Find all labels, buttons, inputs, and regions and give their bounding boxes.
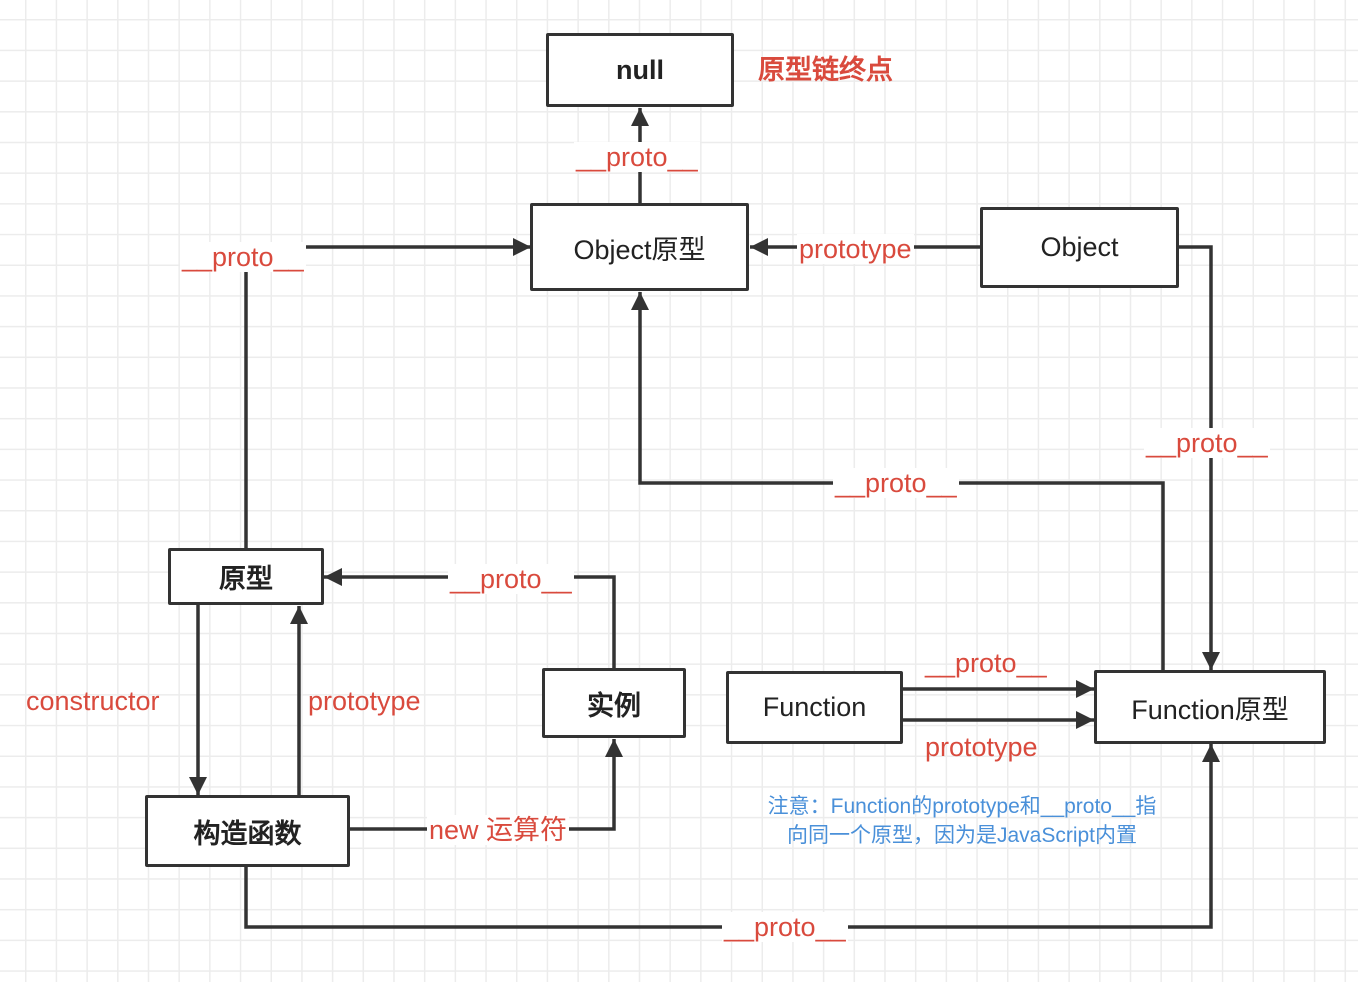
label-function-prototype-link: prototype xyxy=(925,732,1038,762)
node-object[interactable]: Object xyxy=(980,207,1179,288)
node-null-label: null xyxy=(616,54,664,85)
node-constructor[interactable]: 构造函数 xyxy=(145,795,350,867)
label-function-proto: __proto__ xyxy=(925,648,1047,678)
node-function-prototype[interactable]: Function原型 xyxy=(1094,670,1326,744)
label-objproto-null: __proto__ xyxy=(574,142,700,172)
label-prototype-link: prototype xyxy=(308,686,421,716)
node-instance[interactable]: 实例 xyxy=(542,668,686,738)
label-object-prototype-link: prototype xyxy=(797,234,914,264)
edge-object-funcproto xyxy=(1178,245,1220,670)
node-object-prototype-label: Object原型 xyxy=(573,234,706,265)
node-function-prototype-label: Function原型 xyxy=(1131,694,1289,725)
label-constructor-link: constructor xyxy=(26,686,160,716)
node-prototype-label: 原型 xyxy=(219,564,273,594)
label-object-proto: __proto__ xyxy=(1144,428,1270,458)
node-object-label: Object xyxy=(1040,232,1119,262)
note-line-1: 注意：Function的prototype和__proto__指 xyxy=(767,795,1157,818)
node-instance-label: 实例 xyxy=(587,690,641,721)
edge-proto-objproto xyxy=(244,238,531,549)
node-constructor-label: 构造函数 xyxy=(193,818,302,849)
node-object-prototype[interactable]: Object原型 xyxy=(530,203,749,291)
note-line-2: 向同一个原型，因为是JavaScript内置 xyxy=(786,824,1138,847)
label-funcproto-objproto: __proto__ xyxy=(833,468,959,498)
node-prototype[interactable]: 原型 xyxy=(168,548,324,605)
node-function-label: Function xyxy=(762,692,867,722)
label-instance-proto: __proto__ xyxy=(448,564,574,594)
node-null[interactable]: null xyxy=(546,33,734,107)
node-function[interactable]: Function xyxy=(726,671,903,744)
note-text: 注意：Function的prototype和__proto__指 向同一个原型，… xyxy=(727,792,1197,850)
label-new-operator: new 运算符 xyxy=(427,815,570,845)
label-chain-end: 原型链终点 xyxy=(758,55,893,85)
label-ctor-proto: __proto__ xyxy=(722,912,848,942)
label-proto-objproto: __proto__ xyxy=(180,242,306,272)
